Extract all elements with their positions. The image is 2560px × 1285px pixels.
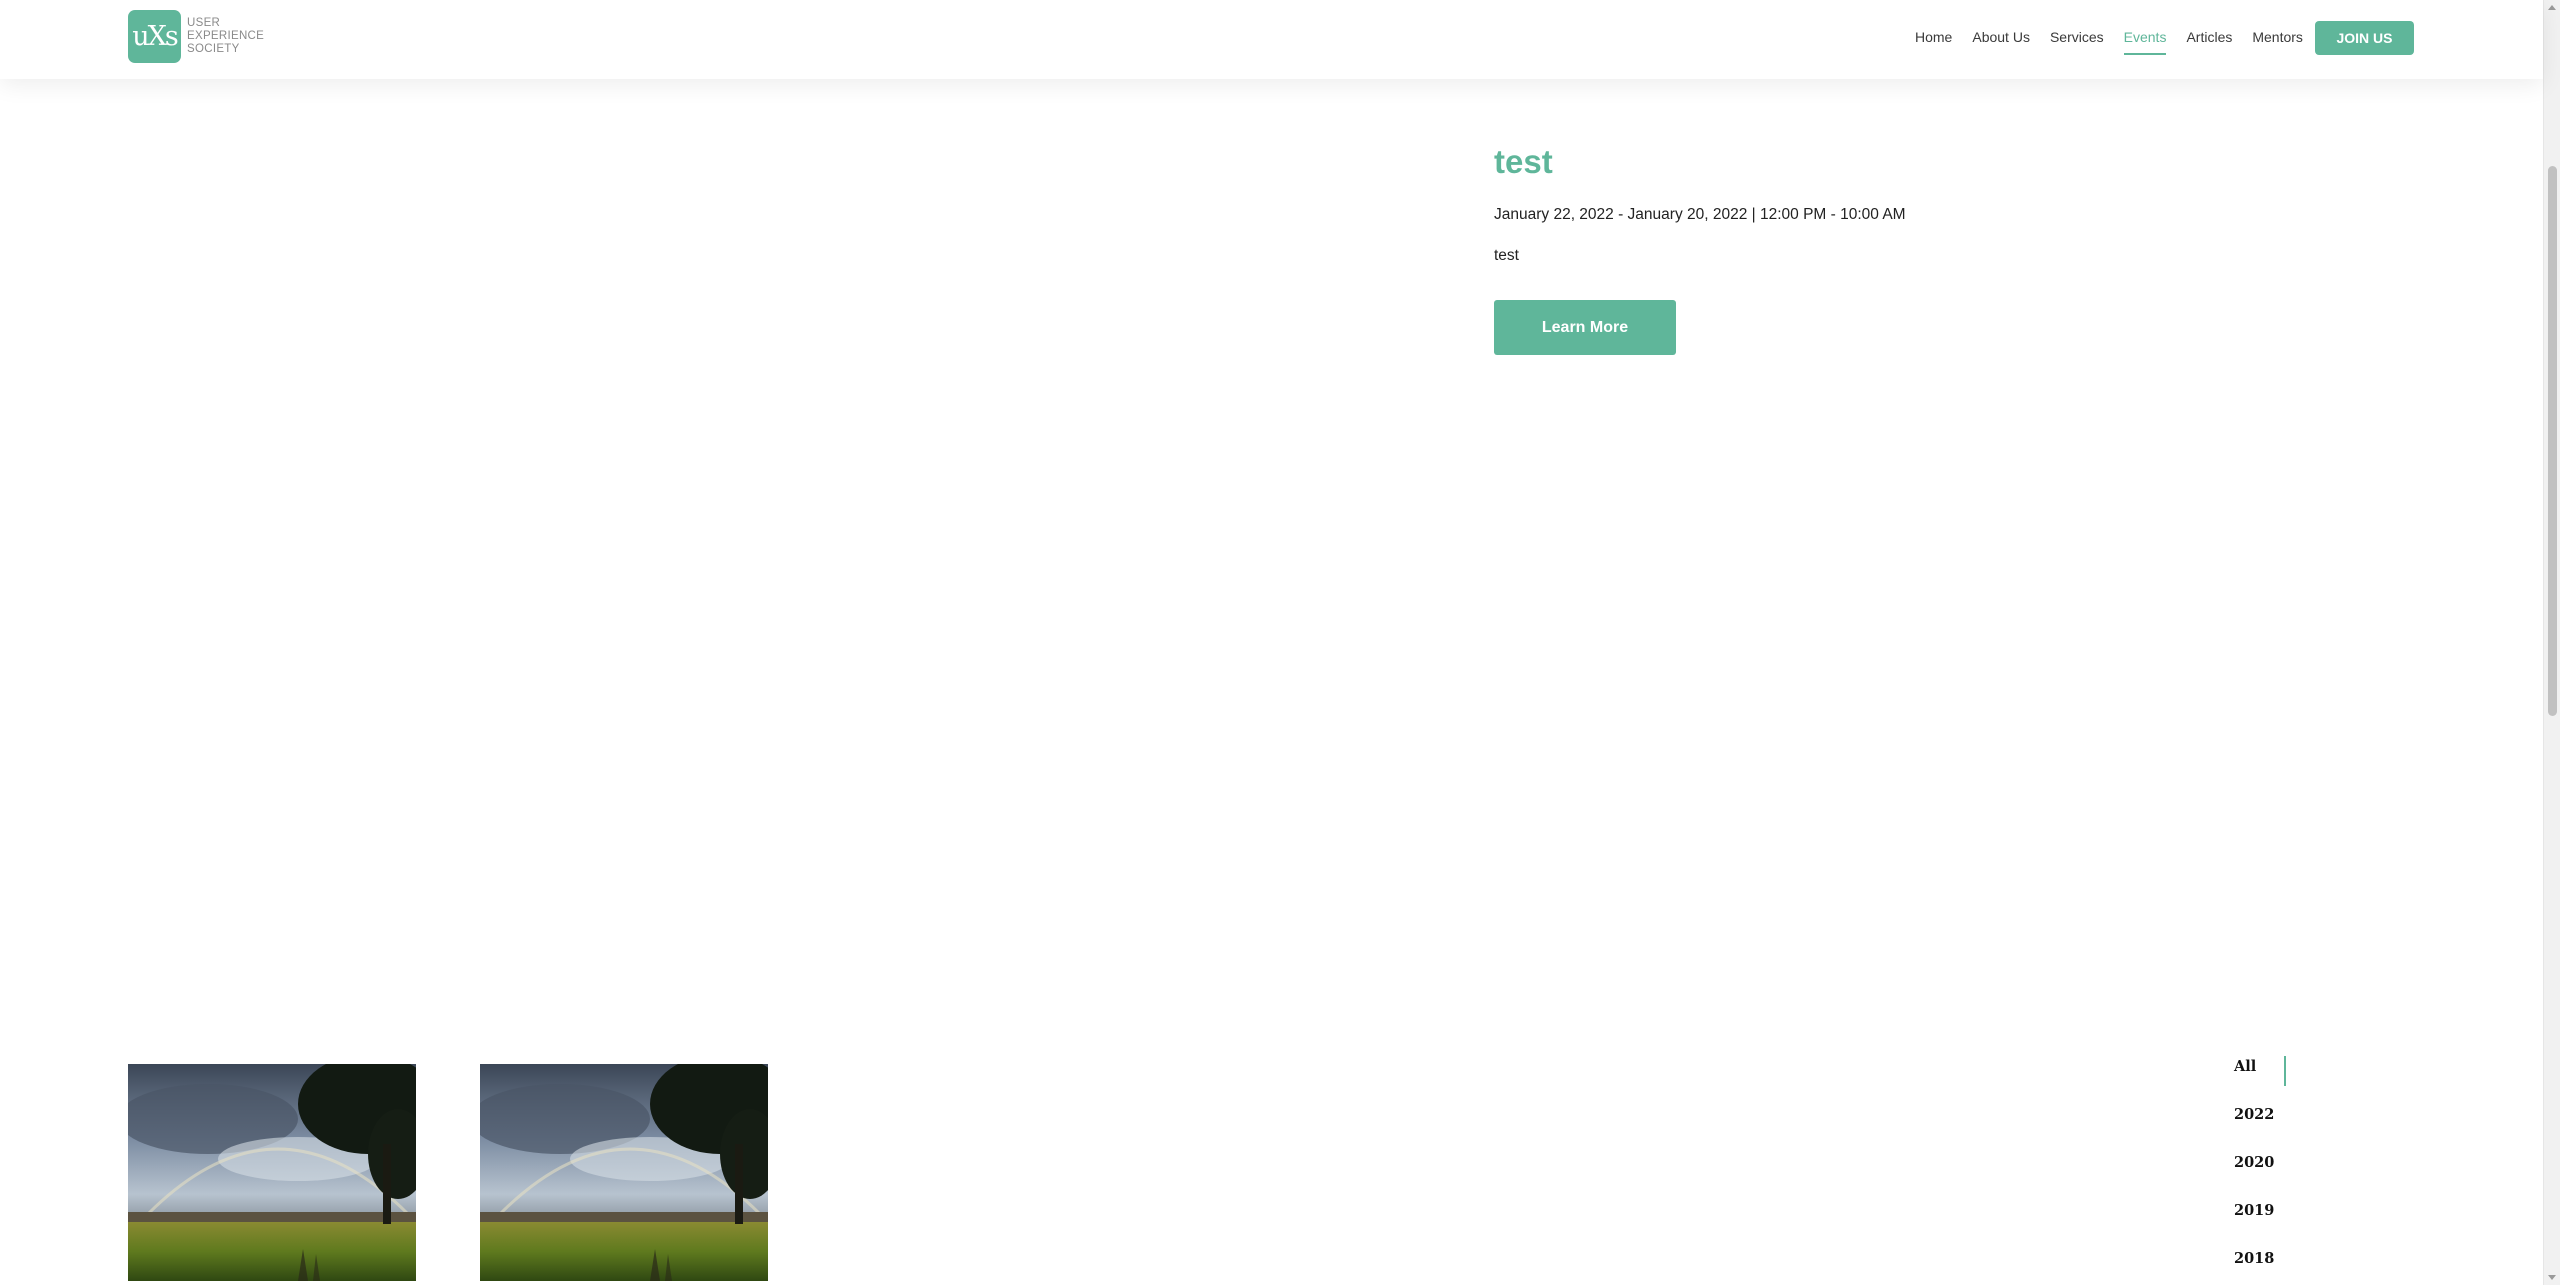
- logo-mark-icon: uXs: [128, 10, 181, 63]
- nav-item-events[interactable]: Events: [2123, 29, 2166, 55]
- logo-wordmark: USER EXPERIENCE SOCIETY: [187, 17, 264, 56]
- scroll-up-icon[interactable]: [2548, 5, 2556, 10]
- landscape-rainbow-photo-icon: [128, 1064, 416, 1281]
- event-title: test: [1494, 143, 1553, 180]
- nav-item-home[interactable]: Home: [1915, 29, 1952, 45]
- learn-more-button[interactable]: Learn More: [1494, 300, 1676, 355]
- active-year-indicator: [2284, 1056, 2286, 1086]
- year-filter-label: All: [2234, 1058, 2257, 1075]
- nav-item-about-us[interactable]: About Us: [1972, 29, 2030, 45]
- scrollbar-thumb[interactable]: [2548, 166, 2557, 716]
- logo-line-2: EXPERIENCE: [187, 30, 265, 42]
- year-filter-2022[interactable]: 2022: [2234, 1106, 2274, 1123]
- page-scrollbar[interactable]: [2543, 0, 2560, 1285]
- event-dates: January 22, 2022 - January 20, 2022 | 12…: [1494, 206, 1906, 223]
- event-description: test: [1494, 247, 1519, 264]
- nav-item-mentors[interactable]: Mentors: [2252, 29, 2303, 45]
- site-header: uXs USER EXPERIENCE SOCIETY Home About U…: [0, 0, 2543, 79]
- site-logo[interactable]: uXs USER EXPERIENCE SOCIETY: [128, 10, 264, 63]
- logo-line-1: USER: [187, 17, 221, 29]
- year-filter-all[interactable]: All: [2234, 1056, 2286, 1086]
- nav-item-services[interactable]: Services: [2050, 29, 2104, 45]
- year-filter-2019[interactable]: 2019: [2234, 1202, 2274, 1219]
- year-filter-2020[interactable]: 2020: [2234, 1154, 2274, 1171]
- gallery-thumbnail[interactable]: [480, 1064, 768, 1281]
- landscape-rainbow-photo-icon: [480, 1064, 768, 1281]
- nav-item-articles[interactable]: Articles: [2186, 29, 2232, 45]
- gallery-thumbnail[interactable]: [128, 1064, 416, 1281]
- main-nav: Home About Us Services Events Articles M…: [1915, 0, 2323, 74]
- scroll-down-icon[interactable]: [2548, 1275, 2556, 1280]
- logo-line-3: SOCIETY: [187, 43, 240, 55]
- join-us-button[interactable]: JOIN US: [2315, 21, 2414, 55]
- year-filter-2018[interactable]: 2018: [2234, 1250, 2274, 1267]
